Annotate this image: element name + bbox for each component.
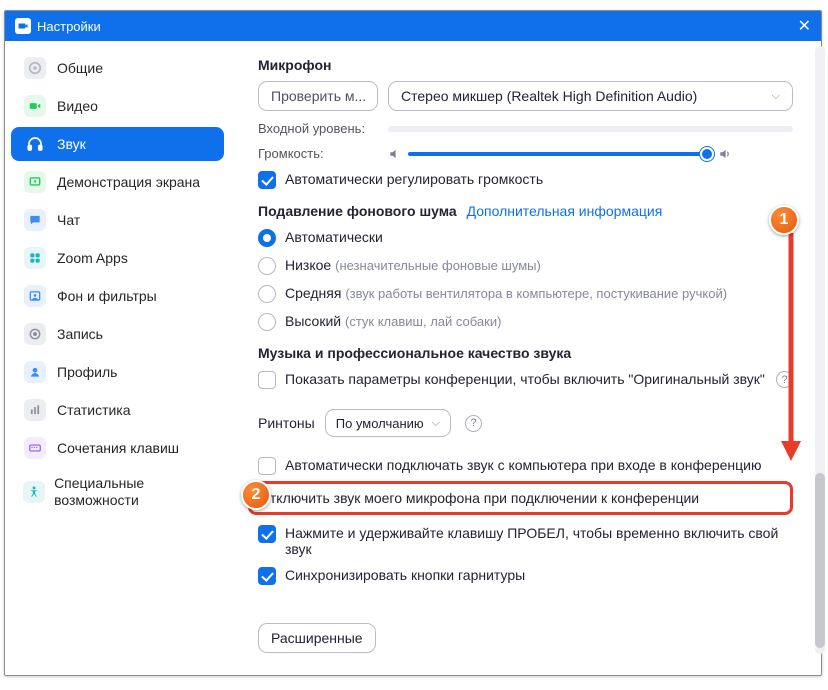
auto-adjust-volume-checkbox[interactable]	[258, 171, 276, 189]
sidebar-item-label: Звук	[57, 136, 86, 152]
background-icon	[21, 285, 49, 307]
mic-device-dropdown[interactable]: Стерео микшер (Realtek High Definition A…	[388, 81, 793, 111]
advanced-button[interactable]: Расширенные	[258, 623, 376, 653]
noise-high-radio[interactable]	[258, 313, 276, 331]
settings-window: Настройки ✕ Общие Видео Звук Демонстраци…	[4, 10, 822, 676]
noise-mid-label: Средняя (звук работы вентилятора в компь…	[285, 285, 793, 301]
titlebar: Настройки ✕	[5, 11, 821, 41]
noise-low-radio[interactable]	[258, 257, 276, 275]
sidebar-item-profile[interactable]: Профиль	[11, 355, 224, 389]
accessibility-icon	[21, 481, 46, 503]
annotation-marker-2: 2	[241, 480, 271, 510]
sidebar-item-shortcuts[interactable]: Сочетания клавиш	[11, 431, 224, 465]
sync-headset-checkbox[interactable]	[258, 567, 276, 585]
audio-settings-panel: Микрофон Проверить м... Стерео микшер (R…	[230, 41, 821, 675]
input-level-label: Входной уровень:	[258, 121, 388, 136]
chat-icon	[21, 209, 49, 231]
sidebar-item-share[interactable]: Демонстрация экрана	[11, 165, 224, 199]
headphones-icon	[21, 133, 49, 155]
space-to-unmute-checkbox[interactable]	[258, 525, 276, 543]
sidebar-item-chat[interactable]: Чат	[11, 203, 224, 237]
sidebar-item-label: Демонстрация экрана	[57, 174, 200, 190]
highlighted-option: Отключить звук моего микрофона при подкл…	[248, 481, 793, 515]
test-mic-label: Проверить м...	[271, 88, 366, 104]
sidebar-item-stats[interactable]: Статистика	[11, 393, 224, 427]
sidebar: Общие Видео Звук Демонстрация экрана Чат…	[5, 41, 230, 675]
sidebar-item-label: Общие	[57, 60, 103, 76]
ringtones-dropdown[interactable]: По умолчанию ⌵	[325, 409, 451, 437]
sidebar-item-background[interactable]: Фон и фильтры	[11, 279, 224, 313]
gear-icon	[21, 57, 49, 79]
sidebar-item-zoomapps[interactable]: Zoom Apps	[11, 241, 224, 275]
sidebar-item-label: Чат	[57, 212, 80, 228]
auto-join-audio-label: Автоматически подключать звук с компьюте…	[285, 457, 793, 473]
noise-suppression-heading: Подавление фонового шума Дополнительная …	[258, 203, 793, 219]
stats-icon	[21, 399, 49, 421]
help-icon[interactable]: ?	[465, 415, 482, 432]
noise-mid-radio[interactable]	[258, 285, 276, 303]
test-mic-button[interactable]: Проверить м...	[258, 81, 378, 111]
noise-heading-text: Подавление фонового шума	[258, 203, 457, 219]
ringtones-label: Ринтоны	[258, 415, 315, 431]
sidebar-item-label: Zoom Apps	[57, 250, 128, 266]
keyboard-icon	[21, 437, 49, 459]
profile-icon	[21, 361, 49, 383]
ringtones-value: По умолчанию	[336, 416, 424, 431]
noise-auto-label: Автоматически	[285, 229, 793, 245]
noise-info-link[interactable]: Дополнительная информация	[467, 203, 663, 219]
original-sound-label: Показать параметры конференции, чтобы вк…	[285, 371, 767, 387]
sidebar-item-label: Профиль	[57, 364, 117, 380]
original-sound-checkbox[interactable]	[258, 371, 276, 389]
sidebar-item-general[interactable]: Общие	[11, 51, 224, 85]
input-level-meter	[388, 126, 793, 132]
noise-high-label: Высокий (стук клавиш, лай собаки)	[285, 313, 793, 329]
close-icon[interactable]: ✕	[798, 16, 811, 36]
sidebar-item-label: Видео	[57, 98, 98, 114]
sidebar-item-video[interactable]: Видео	[11, 89, 224, 123]
sidebar-item-accessibility[interactable]: Специальные возможности	[11, 469, 224, 515]
speaker-min-icon	[388, 147, 402, 161]
apps-icon	[21, 247, 49, 269]
annotation-marker-1: 1	[769, 205, 799, 235]
volume-label: Громкость:	[258, 146, 388, 161]
sidebar-item-recording[interactable]: Запись	[11, 317, 224, 351]
mute-mic-on-join-label: Отключить звук моего микрофона при подкл…	[259, 490, 699, 506]
sidebar-item-label: Запись	[57, 326, 103, 342]
sidebar-item-label: Фон и фильтры	[57, 288, 157, 304]
zoom-logo-icon	[15, 18, 31, 34]
chevron-down-icon: ⌵	[772, 90, 780, 103]
sidebar-item-label: Специальные возможности	[54, 475, 214, 509]
scrollbar-thumb[interactable]	[815, 473, 822, 648]
sidebar-item-audio[interactable]: Звук	[11, 127, 224, 161]
share-screen-icon	[21, 171, 49, 193]
sidebar-item-label: Сочетания клавиш	[57, 440, 179, 456]
window-title: Настройки	[37, 19, 798, 34]
mic-volume-slider[interactable]	[408, 152, 708, 156]
camera-icon	[21, 95, 49, 117]
record-icon	[21, 323, 49, 345]
mic-device-value: Стерео микшер (Realtek High Definition A…	[401, 88, 697, 104]
sidebar-item-label: Статистика	[57, 402, 131, 418]
music-heading: Музыка и профессиональное качество звука	[258, 345, 793, 361]
space-to-unmute-label: Нажмите и удерживайте клавишу ПРОБЕЛ, чт…	[285, 525, 793, 557]
auto-adjust-volume-label: Автоматически регулировать громкость	[285, 171, 793, 187]
speaker-max-icon	[718, 147, 732, 161]
scrollbar[interactable]	[815, 46, 822, 654]
advanced-button-label: Расширенные	[271, 630, 363, 646]
microphone-heading: Микрофон	[258, 57, 793, 73]
sync-headset-label: Синхронизировать кнопки гарнитуры	[285, 567, 793, 583]
auto-join-audio-checkbox[interactable]	[258, 457, 276, 475]
chevron-down-icon: ⌵	[432, 417, 440, 430]
noise-low-label: Низкое (незначительные фоновые шумы)	[285, 257, 793, 273]
noise-auto-radio[interactable]	[258, 229, 276, 247]
help-icon[interactable]: ?	[776, 371, 793, 388]
